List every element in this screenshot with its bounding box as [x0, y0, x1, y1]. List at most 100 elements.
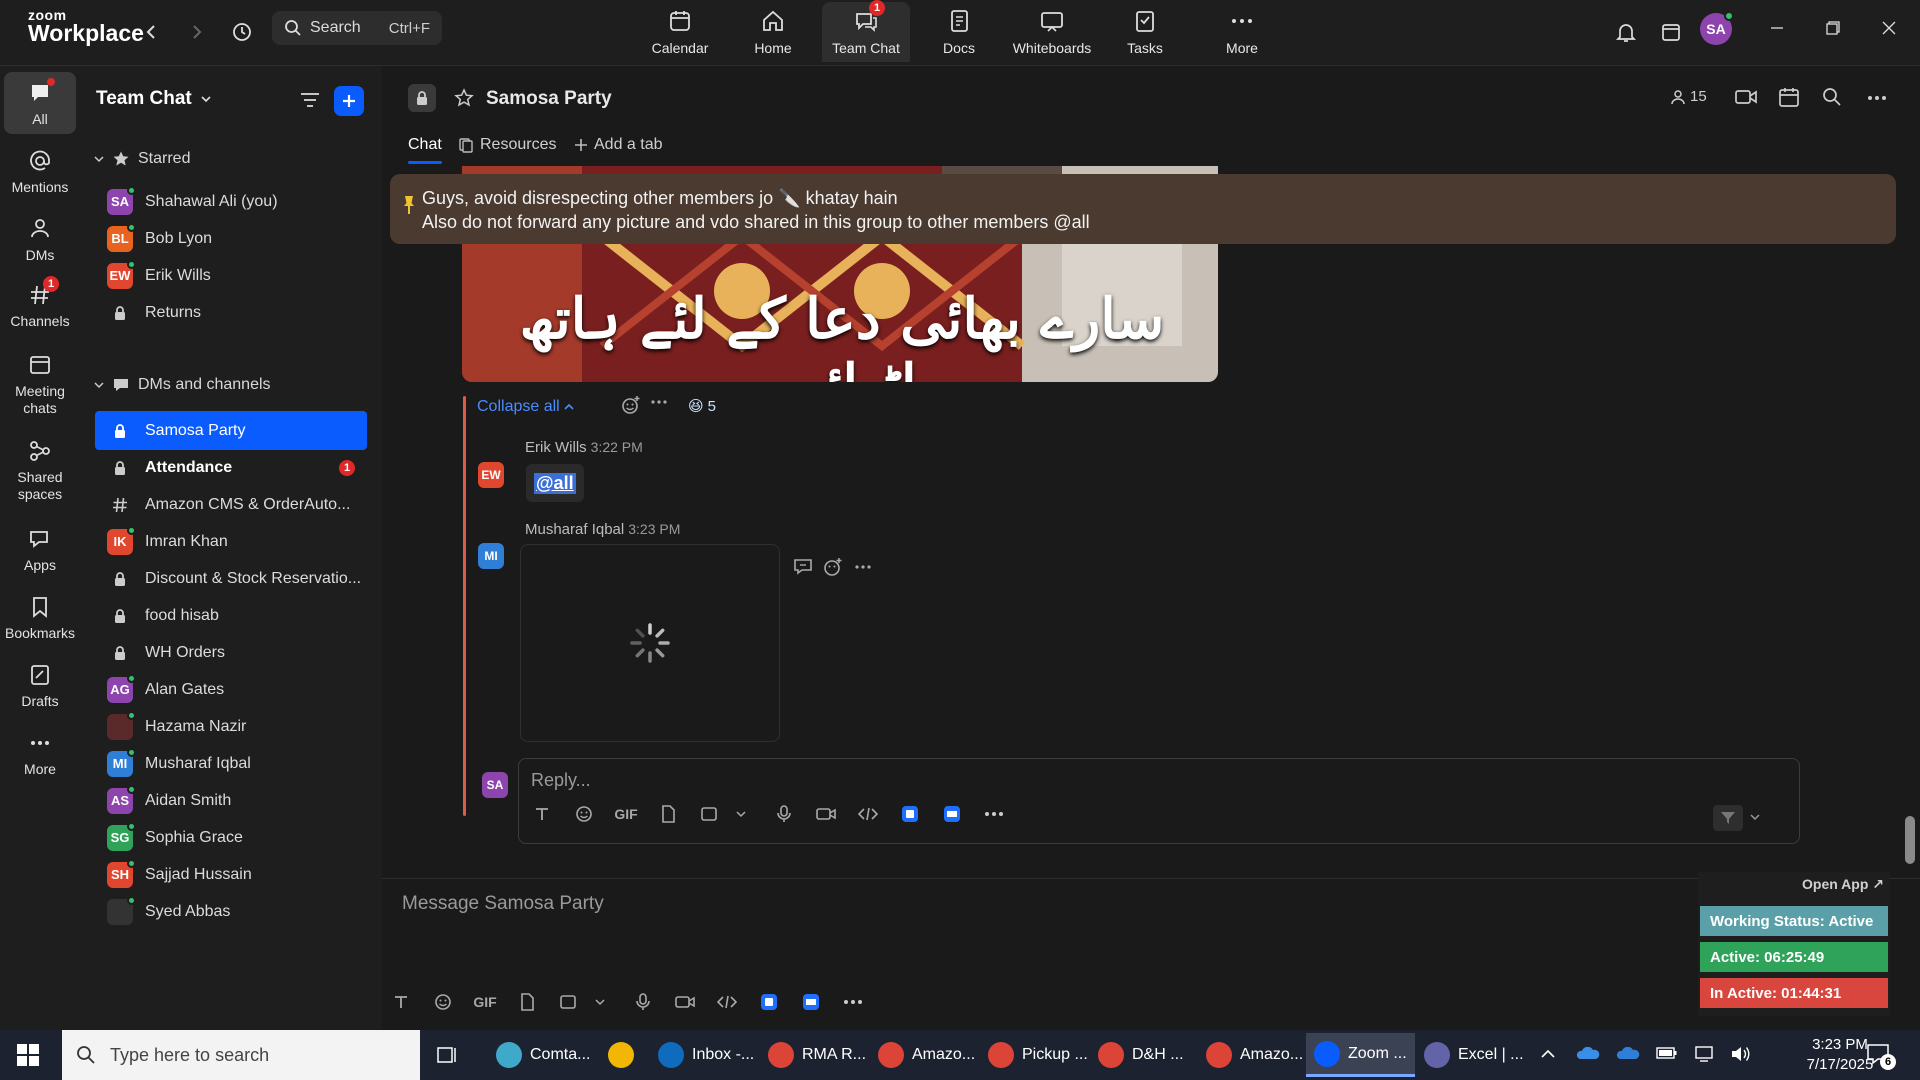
- reply-input[interactable]: Reply... GIF: [518, 758, 1800, 844]
- video-camera-icon[interactable]: [1734, 86, 1758, 108]
- starred-item[interactable]: Returns: [95, 293, 367, 332]
- chevron-up-icon[interactable]: [1540, 1046, 1556, 1062]
- rail-item-apps[interactable]: Apps: [4, 526, 76, 574]
- more-dots-icon[interactable]: [832, 987, 874, 1017]
- dm-item[interactable]: Samosa Party: [95, 411, 367, 450]
- tab-chat[interactable]: Chat: [408, 136, 442, 164]
- taskbar-app[interactable]: Pickup ...: [980, 1033, 1096, 1077]
- bell-icon[interactable]: [1610, 16, 1642, 48]
- battery-icon[interactable]: [1656, 1046, 1678, 1060]
- message-body[interactable]: @all: [526, 464, 584, 502]
- rail-item-mentions[interactable]: Mentions: [4, 148, 76, 196]
- scrollbar-thumb[interactable]: [1905, 816, 1915, 864]
- back-arrow-icon[interactable]: [136, 16, 168, 48]
- microphone-icon[interactable]: [763, 799, 805, 829]
- dm-item[interactable]: SG Sophia Grace: [95, 818, 367, 857]
- taskbar-app[interactable]: Amazo...: [870, 1033, 983, 1077]
- rail-item-shared-spaces[interactable]: Shared spaces: [4, 438, 76, 503]
- channel-name[interactable]: Samosa Party: [486, 88, 612, 110]
- taskbar-app[interactable]: Excel | ...: [1416, 1033, 1532, 1077]
- taskbar-app[interactable]: [600, 1033, 642, 1077]
- section-starred[interactable]: Starred: [94, 150, 190, 168]
- user-avatar[interactable]: SA: [1700, 11, 1734, 45]
- nav-tab-whiteboards[interactable]: Whiteboards: [1008, 2, 1096, 62]
- app-icon-2[interactable]: [931, 799, 973, 829]
- search-icon[interactable]: [1822, 87, 1842, 107]
- avatar[interactable]: MI: [478, 543, 504, 569]
- dm-item[interactable]: MI Musharaf Iqbal: [95, 744, 367, 783]
- chevron-down-icon[interactable]: [1749, 811, 1761, 823]
- text-format-icon[interactable]: [380, 987, 422, 1017]
- starred-item[interactable]: SA Shahawal Ali (you): [95, 182, 367, 221]
- calendar-status-icon[interactable]: [1655, 16, 1687, 48]
- taskbar-search[interactable]: Type here to search: [62, 1030, 420, 1080]
- notifications-icon[interactable]: 6: [1866, 1042, 1896, 1070]
- section-dms-and-channels[interactable]: DMs and channels: [94, 376, 271, 394]
- dm-item[interactable]: IK Imran Khan: [95, 522, 367, 561]
- starred-item[interactable]: BL Bob Lyon: [95, 219, 367, 258]
- taskbar-app[interactable]: Zoom ...: [1306, 1033, 1415, 1077]
- screenshot-icon[interactable]: [548, 987, 590, 1017]
- tab-resources[interactable]: Resources: [458, 136, 556, 154]
- dm-item[interactable]: AG Alan Gates: [95, 670, 367, 709]
- more-options-icon[interactable]: [1866, 88, 1888, 108]
- video-clip-icon[interactable]: [664, 987, 706, 1017]
- screenshot-icon[interactable]: [689, 799, 731, 829]
- minimize-button[interactable]: [1754, 10, 1800, 46]
- app-icon-2[interactable]: [790, 987, 832, 1017]
- code-icon[interactable]: [847, 799, 889, 829]
- nav-tab-team-chat[interactable]: 1 Team Chat: [822, 0, 910, 62]
- add-reaction-icon[interactable]: [822, 556, 844, 578]
- microphone-icon[interactable]: [622, 987, 664, 1017]
- windows-start-icon[interactable]: [16, 1043, 40, 1067]
- taskbar-app[interactable]: RMA R...: [760, 1033, 874, 1077]
- filter-icon[interactable]: [296, 86, 324, 114]
- nav-tab-home[interactable]: Home: [729, 2, 817, 62]
- mention-all[interactable]: @all: [534, 472, 576, 494]
- dm-item[interactable]: SH Sajjad Hussain: [95, 855, 367, 894]
- text-format-icon[interactable]: [521, 799, 563, 829]
- add-reaction-icon[interactable]: [620, 394, 642, 416]
- members-button[interactable]: 15: [1670, 88, 1707, 105]
- emoji-icon[interactable]: [563, 799, 605, 829]
- taskbar-app[interactable]: Inbox -...: [650, 1033, 762, 1077]
- reply-icon[interactable]: [792, 556, 814, 576]
- starred-item[interactable]: EW Erik Wills: [95, 256, 367, 295]
- gif-button[interactable]: GIF: [464, 987, 506, 1017]
- tab-add-a-tab[interactable]: Add a tab: [574, 136, 663, 154]
- star-icon[interactable]: [454, 88, 474, 108]
- nav-tab-tasks[interactable]: Tasks: [1101, 2, 1189, 62]
- restore-button[interactable]: [1810, 10, 1856, 46]
- app-icon-1[interactable]: [748, 987, 790, 1017]
- message-composer[interactable]: Message Samosa Party GIF: [382, 878, 1920, 1030]
- dm-item[interactable]: food hisab: [95, 596, 367, 635]
- dm-item[interactable]: Syed Abbas: [95, 892, 367, 931]
- dm-item[interactable]: Discount & Stock Reservatio...: [95, 559, 367, 598]
- dm-item[interactable]: Hazama Nazir: [95, 707, 367, 746]
- pinned-message[interactable]: Guys, avoid disrespecting other members …: [390, 174, 1896, 244]
- forward-arrow-icon[interactable]: [180, 16, 212, 48]
- nav-tab-calendar[interactable]: Calendar: [636, 2, 724, 62]
- taskbar-app[interactable]: D&H ...: [1090, 1033, 1192, 1077]
- chevron-down-icon[interactable]: [590, 987, 610, 1017]
- calendar-icon[interactable]: [1778, 86, 1800, 108]
- task-view-icon[interactable]: [436, 1044, 458, 1066]
- onedrive-icon[interactable]: [1576, 1044, 1600, 1062]
- rail-item-all[interactable]: All: [4, 72, 76, 134]
- nav-tab-more[interactable]: More: [1198, 2, 1286, 62]
- send-button[interactable]: [1713, 805, 1743, 831]
- more-dots-icon[interactable]: [650, 398, 668, 406]
- rail-item-meeting-chats[interactable]: Meeting chats: [4, 352, 76, 417]
- app-icon-1[interactable]: [889, 799, 931, 829]
- dm-item[interactable]: WH Orders: [95, 633, 367, 672]
- rail-item-dms[interactable]: DMs: [4, 216, 76, 264]
- code-icon[interactable]: [706, 987, 748, 1017]
- taskbar-app[interactable]: Amazo...: [1198, 1033, 1311, 1077]
- taskbar-app[interactable]: Comta...: [488, 1033, 598, 1077]
- dm-item[interactable]: AS Aidan Smith: [95, 781, 367, 820]
- file-icon[interactable]: [506, 987, 548, 1017]
- dm-item[interactable]: Amazon CMS & OrderAuto...: [95, 485, 367, 524]
- close-button[interactable]: [1866, 10, 1912, 46]
- nav-tab-docs[interactable]: Docs: [915, 2, 1003, 62]
- dm-item[interactable]: Attendance 1: [95, 448, 367, 487]
